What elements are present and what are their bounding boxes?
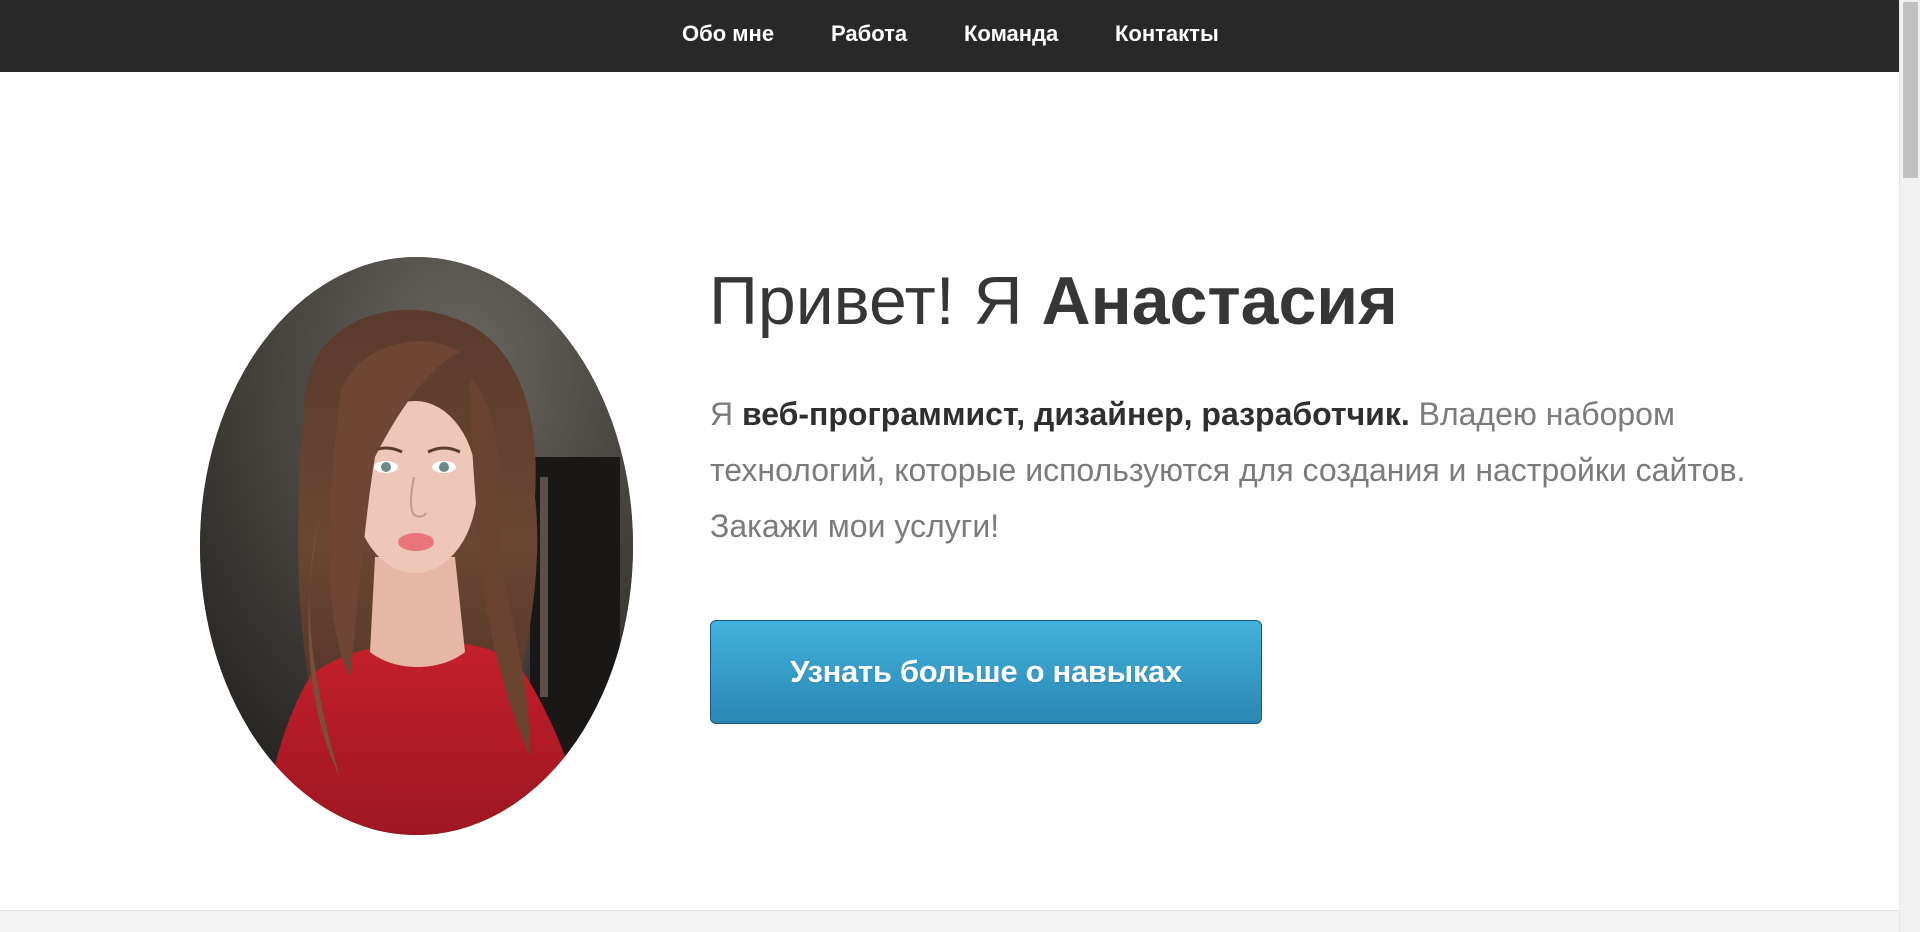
portrait-image bbox=[200, 257, 633, 835]
hero-description-roles: веб-программист, дизайнер, разработчик. bbox=[742, 396, 1410, 432]
nav-item-contacts[interactable]: Контакты bbox=[1115, 0, 1219, 72]
avatar-photo bbox=[200, 257, 633, 835]
hero-title-name: Анастасия bbox=[1041, 263, 1398, 339]
page-scrollbar[interactable] bbox=[1899, 0, 1920, 932]
top-navigation: Обо мне Работа Команда Контакты bbox=[0, 0, 1899, 72]
hero-description: Я веб-программист, дизайнер, разработчик… bbox=[710, 386, 1760, 554]
hero-title: Привет! Я Анастасия bbox=[709, 262, 1709, 340]
hero-title-greeting: Привет! Я bbox=[709, 263, 1042, 339]
scrollbar-thumb[interactable] bbox=[1903, 2, 1918, 178]
learn-skills-button[interactable]: Узнать больше о навыках bbox=[710, 620, 1262, 724]
next-section-edge bbox=[0, 910, 1899, 932]
nav-item-about[interactable]: Обо мне bbox=[682, 0, 774, 72]
nav-item-work[interactable]: Работа bbox=[831, 0, 907, 72]
page: Обо мне Работа Команда Контакты Привет! … bbox=[0, 0, 1920, 932]
hero-description-prefix: Я bbox=[710, 396, 742, 432]
nav-item-team[interactable]: Команда bbox=[964, 0, 1058, 72]
